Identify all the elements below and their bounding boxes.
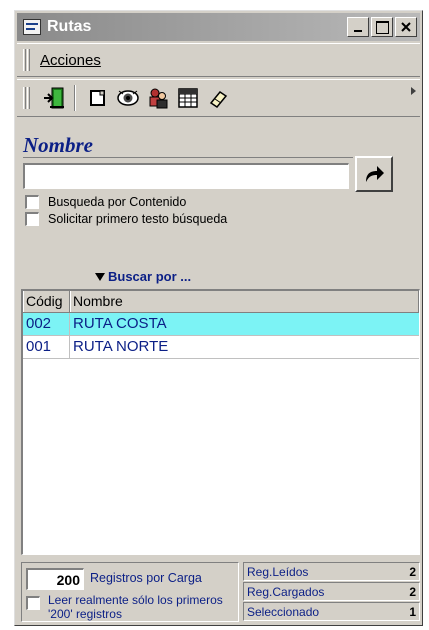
stat-label: Reg.Cargados: [247, 584, 325, 599]
menu-grip-2: [27, 49, 30, 71]
menu-acciones[interactable]: Acciones: [40, 52, 101, 69]
carga-box: Registros por Carga Leer realmente sólo …: [21, 562, 239, 622]
close-icon: [401, 22, 411, 32]
contenido-checkbox[interactable]: [25, 195, 39, 209]
toolbar-grip[interactable]: [23, 87, 26, 109]
leer-checkbox[interactable]: [26, 596, 40, 610]
primero-checkbox[interactable]: [25, 212, 39, 226]
row-name: RUTA COSTA: [73, 315, 167, 332]
exit-door-icon: [44, 87, 64, 109]
view-button[interactable]: [114, 84, 142, 112]
option-contenido[interactable]: Busqueda por Contenido: [25, 195, 186, 209]
footer-panel: Registros por Carga Leer realmente sólo …: [21, 562, 420, 622]
maximize-button[interactable]: [371, 17, 393, 37]
toolbar-overflow-icon[interactable]: [411, 87, 416, 95]
window-controls: [347, 17, 417, 37]
stat-value: 1: [409, 604, 416, 619]
grid-header: Códig Nombre: [23, 291, 419, 313]
primero-label: Solicitar primero testo búsqueda: [48, 212, 228, 226]
menu-bar: Acciones: [17, 43, 420, 77]
contenido-label: Busqueda por Contenido: [48, 195, 187, 209]
stat-value: 2: [409, 564, 416, 579]
rutas-window: Rutas Acciones Nombre Busqueda por Conte…: [14, 10, 423, 626]
users-button[interactable]: [144, 84, 172, 112]
stat-label: Reg.Leídos: [247, 564, 309, 579]
row-code: 001: [23, 336, 70, 358]
table-row[interactable]: 002 RUTA COSTA: [23, 313, 419, 336]
toolbar: [17, 79, 420, 117]
column-header-code[interactable]: Códig: [23, 291, 70, 312]
stat-row-seleccionado: Seleccionado 1: [243, 602, 420, 621]
filter-funnel-icon: [95, 272, 105, 281]
nombre-label: Nombre: [23, 133, 93, 157]
menu-grip[interactable]: [23, 49, 26, 71]
stat-value: 2: [409, 584, 416, 599]
exit-button[interactable]: [40, 84, 68, 112]
registros-label: Registros por Carga: [90, 571, 202, 585]
leer-label: Leer realmente sólo los primeros '200' r…: [48, 593, 223, 621]
stat-label: Seleccionado: [247, 604, 320, 619]
close-button[interactable]: [395, 17, 417, 37]
toolbar-grip-2: [27, 87, 30, 109]
column-header-name[interactable]: Nombre: [70, 291, 419, 312]
grid-table-icon: [178, 88, 198, 108]
row-name: RUTA NORTE: [73, 338, 169, 355]
grid-button[interactable]: [174, 84, 202, 112]
eraser-icon: [209, 90, 228, 109]
users-icon: [149, 88, 168, 109]
divider: [23, 157, 353, 158]
forward-arrow-icon: [366, 166, 384, 182]
stat-row-leidos: Reg.Leídos 2: [243, 562, 420, 581]
buscar-por-button[interactable]: Buscar por ...: [95, 269, 191, 284]
registros-por-carga-input[interactable]: [26, 568, 84, 590]
new-button[interactable]: [84, 84, 112, 112]
results-grid[interactable]: Códig Nombre 002 RUTA COSTA 001 RUTA NOR…: [21, 289, 420, 555]
buscar-por-label: Buscar por ...: [108, 269, 192, 284]
search-input[interactable]: [23, 163, 349, 189]
toolbar-separator: [74, 85, 76, 111]
stat-row-cargados: Reg.Cargados 2: [243, 582, 420, 601]
view-eye-icon: [117, 90, 139, 106]
table-row[interactable]: 001 RUTA NORTE: [23, 336, 419, 359]
option-primero[interactable]: Solicitar primero testo búsqueda: [25, 212, 227, 226]
search-go-button[interactable]: [355, 156, 393, 192]
window-title: Rutas: [47, 18, 92, 35]
minimize-button[interactable]: [347, 17, 369, 37]
title-bar[interactable]: Rutas: [17, 13, 420, 41]
window-app-icon: [23, 19, 41, 35]
clear-button[interactable]: [204, 84, 232, 112]
stats-panel: Reg.Leídos 2 Reg.Cargados 2 Seleccionado…: [243, 562, 420, 622]
new-document-icon: [90, 90, 105, 106]
row-code: 002: [23, 313, 70, 335]
